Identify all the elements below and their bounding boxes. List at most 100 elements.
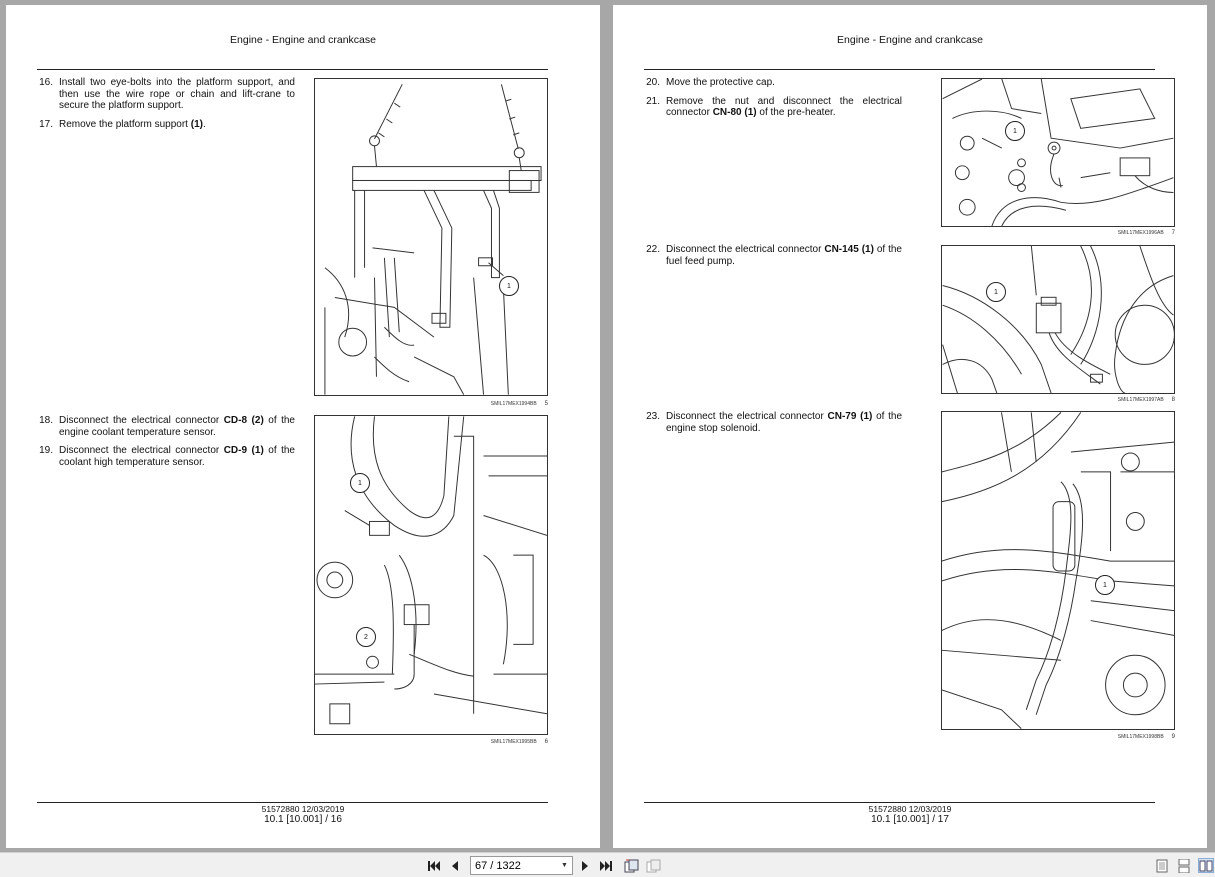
footer-rule <box>644 802 1155 803</box>
header-rule <box>37 69 548 70</box>
rotate-button[interactable] <box>623 858 639 873</box>
text-run-bold: (1) <box>744 107 757 118</box>
figure-caption: SMIL17MEX1998BB 9 <box>1073 734 1175 740</box>
step-number: 18. <box>39 415 53 426</box>
navigation-toolbar: ▼ <box>0 852 1215 877</box>
figure-8-fuel-feed-pump: 1 <box>941 245 1175 394</box>
page-number-input[interactable] <box>471 859 561 872</box>
figure-number: 8 <box>1171 397 1175 403</box>
callout-1: 1 <box>1095 575 1115 595</box>
callout-1: 1 <box>350 473 370 493</box>
callout-1: 1 <box>1005 121 1025 141</box>
step-text: Remove the nut and disconnect the electr… <box>666 96 902 119</box>
last-page-button[interactable] <box>598 858 614 873</box>
text-run-bold: (1) <box>860 411 873 422</box>
steps-23: 23. Disconnect the electrical connector … <box>644 411 902 441</box>
footer-doc-ref: 51572880 12/03/2019 <box>261 804 345 814</box>
rotate-icon <box>624 859 639 872</box>
text-run: Move the protective cap. <box>666 77 775 88</box>
step-text: Move the protective cap. <box>666 77 902 89</box>
steps-22: 22. Disconnect the electrical connector … <box>644 244 902 274</box>
continuous-view-icon <box>1178 858 1190 873</box>
callout-1: 1 <box>986 282 1006 302</box>
figure-7-pre-heater: 1 <box>941 78 1175 227</box>
text-run-bold: CD-8 <box>223 415 248 426</box>
step-17: 17. Remove the platform support (1). <box>37 119 295 131</box>
figure-code: SMIL17MEX1996AB <box>1117 230 1164 236</box>
step-text: Install two eye-bolts into the platform … <box>59 77 295 112</box>
figure-5-platform-support: 1 <box>314 78 548 396</box>
facing-pages-view-button[interactable] <box>1198 858 1214 873</box>
figure-code: SMIL17MEX1994BB <box>490 401 537 407</box>
figure-caption: SMIL17MEX1997AB 8 <box>1073 397 1175 403</box>
single-page-view-button[interactable] <box>1155 858 1169 873</box>
text-run-bold: (2) <box>251 415 264 426</box>
text-run-bold: CN-80 <box>712 107 742 118</box>
page-header: Engine - Engine and crankcase <box>230 34 376 46</box>
text-run: Disconnect the electrical connector <box>666 244 825 255</box>
step-22: 22. Disconnect the electrical connector … <box>644 244 902 267</box>
text-run-bold: CN-79 <box>827 411 857 422</box>
single-page-view-icon <box>1156 859 1168 872</box>
footer-page-ref: 10.1 [10.001] / 16 <box>264 814 342 825</box>
footer-doc-ref: 51572880 12/03/2019 <box>868 804 952 814</box>
platform-support-illustration <box>324 84 542 395</box>
step-23: 23. Disconnect the electrical connector … <box>644 411 902 434</box>
next-page-button[interactable] <box>578 858 592 873</box>
step-text: Disconnect the electrical connector CN-7… <box>666 411 902 434</box>
callout-2: 2 <box>356 627 376 647</box>
step-text: Disconnect the electrical connector CD-9… <box>59 445 295 468</box>
temperature-sensors-illustration <box>315 416 547 725</box>
document-viewport[interactable]: Engine - Engine and crankcase 16. Instal… <box>0 0 1215 852</box>
header-rule <box>644 69 1155 70</box>
step-number: 17. <box>39 118 53 130</box>
pre-heater-illustration <box>942 79 1174 226</box>
step-number: 23. <box>646 411 660 422</box>
step-16: 16. Install two eye-bolts into the platf… <box>37 77 295 112</box>
figure-number: 9 <box>1171 734 1175 740</box>
step-19: 19. Disconnect the electrical connector … <box>37 445 295 468</box>
text-run: Disconnect the electrical connector <box>59 445 224 456</box>
figure-code: SMIL17MEX1997AB <box>1117 397 1164 403</box>
rotate-back-button[interactable] <box>645 858 661 873</box>
text-run-bold: (1) <box>861 244 874 255</box>
steps-20-21: 20. Move the protective cap. 21. Remove … <box>644 77 902 126</box>
figure-9-engine-stop-solenoid: 1 <box>941 411 1175 730</box>
step-18: 18. Disconnect the electrical connector … <box>37 415 295 438</box>
steps-18-19: 18. Disconnect the electrical connector … <box>37 415 295 475</box>
footer-rule <box>37 802 548 803</box>
figure-code: SMIL17MEX1995BB <box>490 739 537 745</box>
figure-number: 5 <box>544 401 548 407</box>
chevron-down-icon[interactable]: ▼ <box>561 862 568 869</box>
previous-page-icon <box>452 860 458 871</box>
page-number-select[interactable]: ▼ <box>470 856 573 875</box>
text-run: of the pre-heater. <box>756 107 836 118</box>
text-run-bold: CN-145 <box>824 244 859 255</box>
first-page-button[interactable] <box>426 858 442 873</box>
step-text: Disconnect the electrical connector CN-1… <box>666 244 902 267</box>
figure-caption: SMIL17MEX1994BB 5 <box>446 401 548 407</box>
text-run: Disconnect the electrical connector <box>666 411 828 422</box>
figure-6-temperature-sensors: 1 2 <box>314 415 548 735</box>
text-run: Remove the platform support <box>59 118 191 130</box>
figure-code: SMIL17MEX1998BB <box>1117 734 1164 740</box>
figure-number: 6 <box>544 739 548 745</box>
next-page-icon <box>582 860 588 871</box>
page-16: Engine - Engine and crankcase 16. Instal… <box>6 5 600 848</box>
last-page-icon <box>600 860 612 871</box>
continuous-view-button[interactable] <box>1177 858 1191 873</box>
step-number: 20. <box>646 77 660 88</box>
facing-pages-view-icon <box>1199 860 1213 871</box>
callout-1: 1 <box>499 276 519 296</box>
text-run: Install two eye-bolts into the platform … <box>59 77 295 111</box>
fuel-feed-pump-illustration <box>942 246 1174 393</box>
step-text: Remove the platform support (1). <box>59 119 295 131</box>
figure-number: 7 <box>1171 230 1175 236</box>
text-run: . <box>202 118 206 130</box>
step-number: 21. <box>646 95 660 107</box>
step-number: 19. <box>39 445 53 456</box>
step-number: 16. <box>39 77 53 88</box>
step-21: 21. Remove the nut and disconnect the el… <box>644 96 902 119</box>
previous-page-button[interactable] <box>448 858 462 873</box>
first-page-icon <box>428 860 440 871</box>
